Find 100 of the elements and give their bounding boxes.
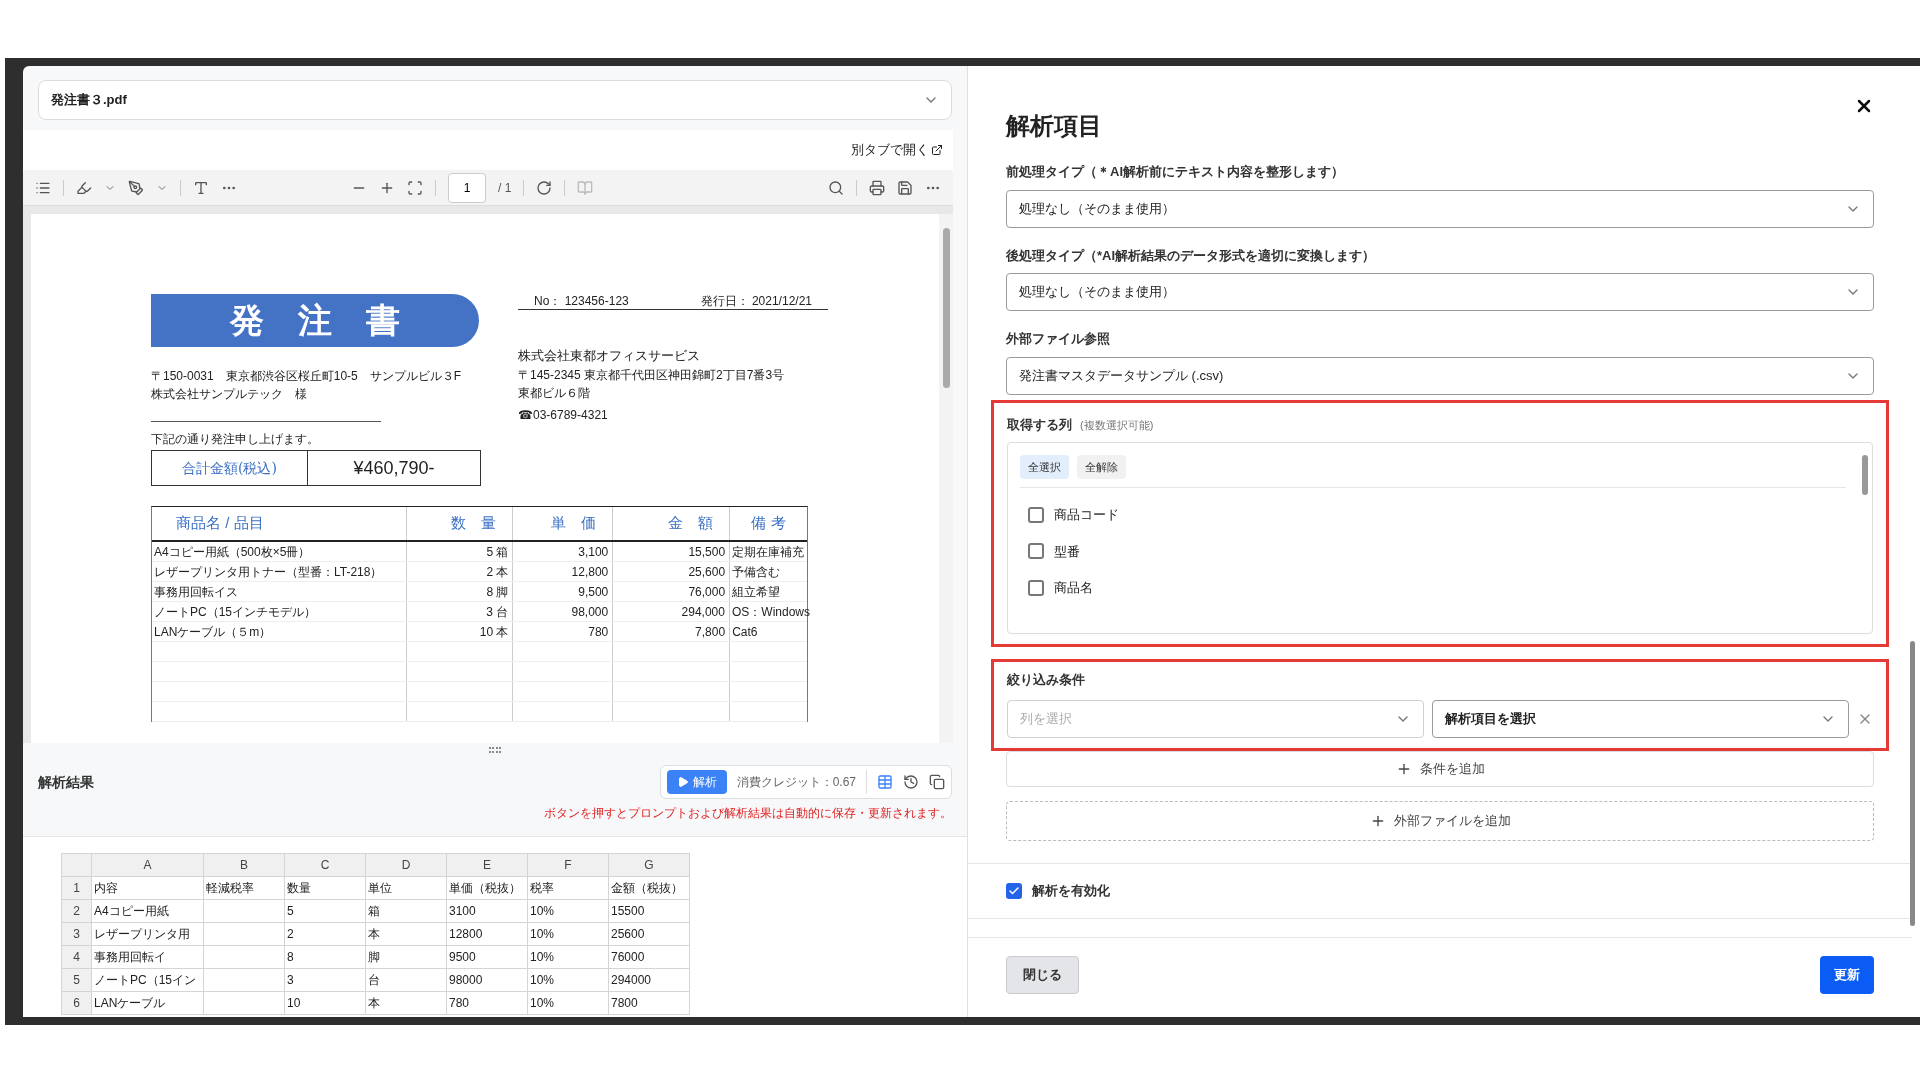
field-label: 外部ファイル参照: [1006, 330, 1111, 348]
sheet-cell: 9500: [447, 946, 528, 969]
history-icon[interactable]: [903, 774, 919, 790]
intro-text: 下記の通り発注申し上げます。: [151, 431, 320, 448]
recipient-name: 株式会社サンプルテック 様: [151, 386, 308, 403]
sender-info: 〒145-2345 東京都千代田区神田錦町2丁目7番3号: [518, 366, 786, 384]
sender-info: ☎03-6789-4321: [518, 406, 609, 424]
text-icon[interactable]: [193, 179, 209, 196]
page-total: / 1: [498, 179, 512, 197]
fit-page-icon[interactable]: [407, 179, 423, 196]
sheet-cell: 10%: [528, 992, 609, 1015]
print-icon[interactable]: [869, 179, 885, 196]
total-amount: ¥460,790-: [352, 456, 436, 480]
scrollbar-thumb[interactable]: [1862, 455, 1868, 495]
order-number: No： 123456-123: [534, 294, 629, 309]
search-icon[interactable]: [828, 179, 844, 196]
table-cell: 5 箱: [406, 542, 514, 561]
table-cell: 事務用回転イス: [152, 582, 407, 601]
select-action-button[interactable]: 全選択: [1020, 455, 1069, 479]
resize-handle[interactable]: [489, 747, 501, 753]
sheet-cell: 単価（税抜）: [447, 877, 528, 900]
checkbox[interactable]: [1028, 579, 1044, 596]
dropdown-select[interactable]: 処理なし（そのまま使用）: [1006, 189, 1874, 228]
open-new-tab-link[interactable]: 別タブで開く: [851, 140, 943, 160]
table-cell: 8 脚: [406, 582, 514, 601]
table-cell: 7,800: [613, 622, 731, 641]
sheet-cell: 本: [366, 923, 447, 946]
save-icon[interactable]: [897, 179, 913, 196]
table-cell: 3,100: [513, 542, 614, 561]
table-cell: 98,000: [513, 602, 614, 621]
table-cell-text: 予備含む: [731, 564, 782, 581]
sheet-cell: 10%: [528, 946, 609, 969]
pen-icon[interactable]: [128, 179, 144, 196]
sheet-cell: 76000: [609, 946, 690, 969]
column-header: C: [285, 854, 366, 877]
row-header: 4: [62, 946, 92, 969]
issue-date: 発行日： 2021/12/21: [700, 294, 812, 309]
sheet-cell: 10%: [528, 969, 609, 992]
recipient-address: 〒150-0031 東京都渋谷区桜丘町10-5 サンプルビル３F: [151, 368, 463, 385]
column-header: F: [528, 854, 609, 877]
add-file-button[interactable]: 外部ファイルを追加: [1006, 800, 1874, 841]
sheet-cell: 7800: [609, 992, 690, 1015]
copy-icon[interactable]: [929, 774, 945, 790]
sheet-cell: ノートPC（15イン: [92, 969, 204, 992]
item-select[interactable]: 解析項目を選択: [1432, 699, 1849, 738]
section-label: 絞り込み条件: [1007, 671, 1086, 689]
column-option[interactable]: 型番: [1054, 541, 1080, 561]
sheet-cell: 3100: [447, 900, 528, 923]
sheet-cell: 5: [285, 900, 366, 923]
add-condition-button[interactable]: 条件を追加: [1006, 750, 1874, 787]
sheet-cell: 2: [285, 923, 366, 946]
column-header: E: [447, 854, 528, 877]
page-number-field[interactable]: 1: [448, 172, 486, 203]
document-title: 発 注 書: [151, 294, 479, 347]
table-header: 備 考: [750, 513, 787, 534]
sheet-cell: 15500: [609, 900, 690, 923]
sheet-cell: 軽減税率: [204, 877, 285, 900]
scrollbar-thumb[interactable]: [1909, 641, 1915, 926]
file-select[interactable]: 発注書３.pdf: [38, 80, 952, 120]
row-header: 6: [62, 992, 92, 1015]
play-icon: [676, 776, 689, 788]
enable-analysis-label[interactable]: 解析を有効化: [1032, 880, 1110, 901]
column-option[interactable]: 商品コード: [1054, 505, 1119, 525]
row-header: 3: [62, 923, 92, 946]
sheet-cell: 25600: [609, 923, 690, 946]
field-label: 前処理タイプ（＊AI解析前にテキスト内容を整形します）: [1006, 163, 1345, 181]
check-icon: [1008, 884, 1020, 897]
rotate-icon[interactable]: [536, 179, 553, 196]
table-icon[interactable]: [877, 774, 893, 790]
table-cell-text: Cat6: [731, 624, 759, 641]
scrollbar-thumb[interactable]: [942, 228, 950, 388]
row-header: 5: [62, 969, 92, 992]
update-button[interactable]: 更新: [1820, 955, 1874, 994]
close-button[interactable]: 閉じる: [1006, 955, 1079, 994]
sheet-cell: LANケーブル: [92, 992, 204, 1015]
sheet-cell: 金額（税抜）: [609, 877, 690, 900]
total-label: 合計金額(税込): [152, 451, 308, 485]
select-action-button[interactable]: 全解除: [1077, 455, 1126, 479]
table-header: 金 額: [613, 507, 731, 540]
dropdown-select[interactable]: 処理なし（そのまま使用）: [1006, 273, 1874, 311]
table-cell: A4コピー用紙（500枚×5冊）: [152, 542, 407, 561]
sheet-cell: 本: [366, 992, 447, 1015]
dropdown-select[interactable]: 発注書マスタデータサンプル (.csv): [1006, 356, 1874, 395]
sheet-cell: 12800: [447, 923, 528, 946]
table-cell: 780: [513, 622, 614, 641]
table-cell: レザープリンタ用トナー（型番：LT-218）: [152, 562, 407, 581]
sender-info: 東都ビル６階: [518, 384, 591, 402]
sheet-cell: 3: [285, 969, 366, 992]
sheet-cell: 税率: [528, 877, 609, 900]
column-option[interactable]: 商品名: [1054, 578, 1093, 598]
checkbox[interactable]: [1028, 506, 1044, 523]
table-cell: ノートPC（15インチモデル）: [152, 602, 407, 621]
table-cell: 294,000: [613, 602, 730, 621]
checkbox[interactable]: [1006, 882, 1022, 899]
highlighter-icon[interactable]: [76, 179, 92, 196]
sheet-cell: 数量: [285, 877, 366, 900]
checkbox[interactable]: [1028, 543, 1044, 560]
section-label: 取得する列: [1007, 415, 1072, 434]
analyze-button[interactable]: 解析: [666, 770, 727, 794]
sheet-cell: 780: [447, 992, 528, 1015]
